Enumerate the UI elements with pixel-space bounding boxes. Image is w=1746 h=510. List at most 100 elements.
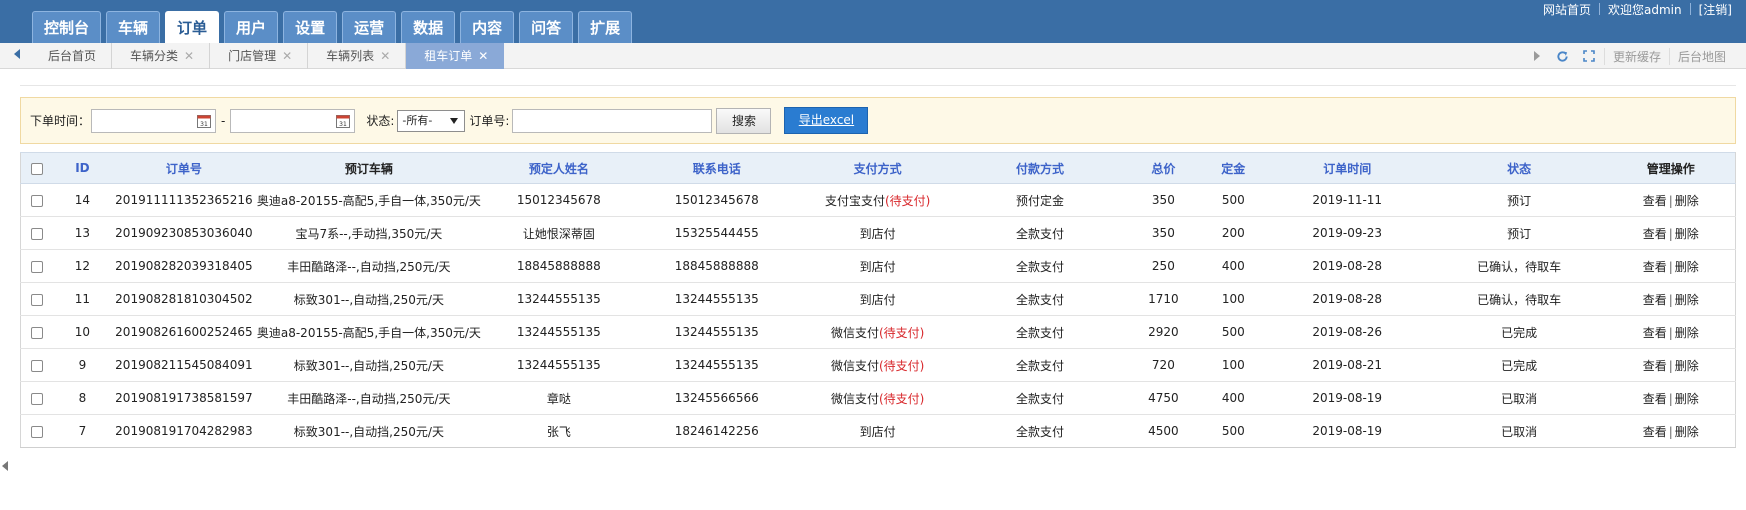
tab-scroll-right-icon[interactable] [1533, 51, 1540, 61]
cell-deposit: 100 [1203, 348, 1263, 382]
col-header-pay-method[interactable]: 支付方式 [798, 152, 958, 184]
cell-car: 奥迪a8-20155-高配5,手自一体,350元/天 [255, 315, 483, 349]
delete-link[interactable]: 删除 [1675, 326, 1699, 340]
nav-tab[interactable]: 订单 [165, 11, 220, 43]
cell-name: 13244555135 [482, 348, 636, 382]
search-button[interactable]: 搜索 [716, 107, 772, 134]
end-date-input[interactable]: 31 [230, 108, 356, 133]
nav-tab[interactable]: 设置 [283, 11, 338, 43]
col-header-payment[interactable]: 付款方式 [957, 152, 1123, 184]
view-link[interactable]: 查看 [1643, 359, 1667, 373]
row-checkbox[interactable] [30, 392, 43, 405]
fullscreen-icon[interactable] [1582, 49, 1596, 63]
close-icon[interactable]: ✕ [380, 49, 390, 63]
row-checkbox[interactable] [30, 359, 43, 372]
cell-pay-method: 支付宝支付(待支付) [798, 183, 958, 217]
col-header-status[interactable]: 状态 [1431, 152, 1607, 184]
view-link[interactable]: 查看 [1643, 392, 1667, 406]
calendar-icon[interactable]: 31 [197, 114, 212, 128]
cell-status: 预订 [1431, 216, 1607, 250]
col-header-id[interactable]: ID [52, 152, 113, 184]
order-no-input[interactable] [512, 108, 713, 133]
cell-phone: 15012345678 [635, 183, 799, 217]
date-separator: - [221, 113, 226, 128]
tab-scroll-left-icon[interactable] [14, 49, 20, 59]
refresh-icon[interactable] [1556, 49, 1570, 63]
nav-tab[interactable]: 数据 [401, 11, 456, 43]
close-icon[interactable]: ✕ [184, 49, 194, 63]
close-icon[interactable]: ✕ [282, 49, 292, 63]
row-checkbox[interactable] [30, 326, 43, 339]
cell-payment: 全款支付 [957, 216, 1123, 250]
select-all-checkbox[interactable] [30, 162, 43, 175]
table-row: 9 201908211545084091 标致301--,自动挡,250元/天 132… [20, 348, 1736, 382]
delete-link[interactable]: 删除 [1675, 359, 1699, 373]
row-checkbox[interactable] [30, 227, 43, 240]
cell-payment: 全款支付 [957, 249, 1123, 283]
col-header-deposit[interactable]: 定金 [1203, 152, 1263, 184]
col-header-name[interactable]: 预定人姓名 [482, 152, 636, 184]
cell-order-no: 201908281810304502 [112, 282, 256, 316]
view-link[interactable]: 查看 [1643, 227, 1667, 241]
page-tab[interactable]: 车辆列表 ✕ [308, 43, 407, 69]
cell-deposit: 200 [1203, 216, 1263, 250]
top-navigation-bar: 控制台 车辆 订单 用户 设置 运营 数据 内容 问答 扩展 网站首页 欢迎您admin [注销] [0, 0, 1746, 43]
view-link[interactable]: 查看 [1643, 425, 1667, 439]
close-icon[interactable]: ✕ [478, 49, 488, 63]
cell-car: 丰田酷路泽--,自动挡,250元/天 [255, 249, 483, 283]
view-link[interactable]: 查看 [1643, 260, 1667, 274]
col-header-order-no[interactable]: 订单号 [112, 152, 256, 184]
col-header-phone[interactable]: 联系电话 [635, 152, 799, 184]
row-select-cell [20, 348, 53, 382]
delete-link[interactable]: 删除 [1675, 392, 1699, 406]
delete-link[interactable]: 删除 [1675, 425, 1699, 439]
export-excel-button[interactable]: 导出excel [784, 107, 869, 134]
sidebar-toggle-icon[interactable] [2, 461, 8, 471]
delete-link[interactable]: 删除 [1675, 293, 1699, 307]
welcome-text: 欢迎您admin [1608, 3, 1682, 17]
nav-tab[interactable]: 问答 [519, 11, 574, 43]
delete-link[interactable]: 删除 [1675, 260, 1699, 274]
col-header-time[interactable]: 订单时间 [1262, 152, 1432, 184]
nav-tab[interactable]: 用户 [224, 11, 279, 43]
col-header-car: 预订车辆 [255, 152, 483, 184]
status-select[interactable]: -所有- [397, 109, 466, 132]
cell-order-no: 201908261600252465 [112, 315, 256, 349]
nav-tab[interactable]: 车辆 [106, 11, 161, 43]
delete-link[interactable]: 删除 [1675, 194, 1699, 208]
cell-id: 12 [52, 249, 113, 283]
cell-payment: 预付定金 [957, 183, 1123, 217]
page-tab[interactable]: 租车订单 ✕ [406, 43, 505, 69]
nav-tab[interactable]: 内容 [460, 11, 515, 43]
pay-status-note: (待支付) [878, 325, 925, 340]
row-checkbox[interactable] [30, 260, 43, 273]
page-tab[interactable]: 后台首页 [30, 43, 113, 69]
view-link[interactable]: 查看 [1643, 194, 1667, 208]
nav-tab[interactable]: 控制台 [32, 11, 102, 43]
view-link[interactable]: 查看 [1643, 293, 1667, 307]
col-header-actions: 管理操作 [1606, 152, 1736, 184]
action-separator: | [1668, 325, 1673, 340]
cell-order-no: 201908211545084091 [112, 348, 256, 382]
view-link[interactable]: 查看 [1643, 326, 1667, 340]
site-map-link[interactable]: 后台地图 [1668, 47, 1734, 65]
nav-tab[interactable]: 运营 [342, 11, 397, 43]
cell-status: 已确认，待取车 [1431, 249, 1607, 283]
row-checkbox[interactable] [30, 194, 43, 207]
action-separator: | [1668, 424, 1673, 439]
delete-link[interactable]: 删除 [1675, 227, 1699, 241]
nav-tab[interactable]: 扩展 [578, 11, 633, 43]
logout-link[interactable]: [注销] [1699, 1, 1732, 18]
page-tab[interactable]: 车辆分类 ✕ [112, 43, 211, 69]
top-links: 网站首页 欢迎您admin [注销] [1543, 1, 1732, 18]
row-checkbox[interactable] [30, 293, 43, 306]
col-header-total[interactable]: 总价 [1122, 152, 1204, 184]
start-date-input[interactable]: 31 [91, 108, 217, 133]
table-row: 8 201908191738581597 丰田酷路泽--,自动挡,250元/天 章哒 1… [20, 381, 1736, 415]
site-home-link[interactable]: 网站首页 [1543, 1, 1591, 18]
page-tab[interactable]: 门店管理 ✕ [210, 43, 309, 69]
cell-car: 标致301--,自动挡,250元/天 [255, 414, 483, 448]
refresh-cache-link[interactable]: 更新缓存 [1603, 47, 1669, 65]
calendar-icon[interactable]: 31 [336, 114, 351, 128]
row-checkbox[interactable] [30, 425, 43, 438]
